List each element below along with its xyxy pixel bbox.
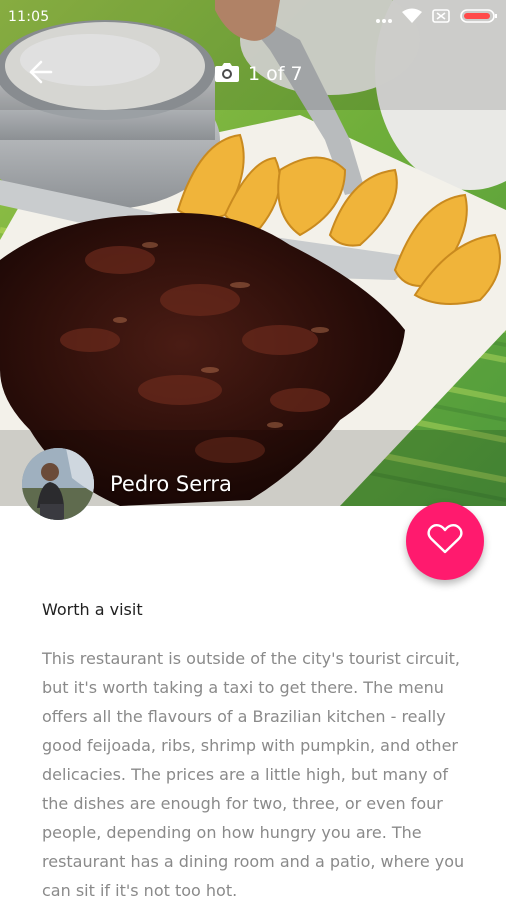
status-time: 11:05 [8,9,50,25]
review-body: This restaurant is outside of the city's… [42,649,465,900]
photo-counter: 1 of 7 [214,60,303,88]
battery-icon [460,8,498,28]
back-arrow-icon [27,59,53,90]
wifi-icon [402,8,422,28]
avatar-image [22,448,94,520]
review-title: Worth a visit [42,600,143,619]
heart-icon [427,523,463,560]
back-button[interactable] [22,56,58,92]
status-bar: 11:05 [0,0,506,34]
camera-icon [214,61,240,88]
status-icons [376,8,498,28]
photo-counter-text: 1 of 7 [248,63,303,85]
author-name[interactable]: Pedro Serra [110,472,232,496]
more-dots-icon [376,9,392,28]
signal-icon [432,8,450,28]
avatar[interactable] [22,448,94,520]
favorite-button[interactable] [406,502,484,580]
